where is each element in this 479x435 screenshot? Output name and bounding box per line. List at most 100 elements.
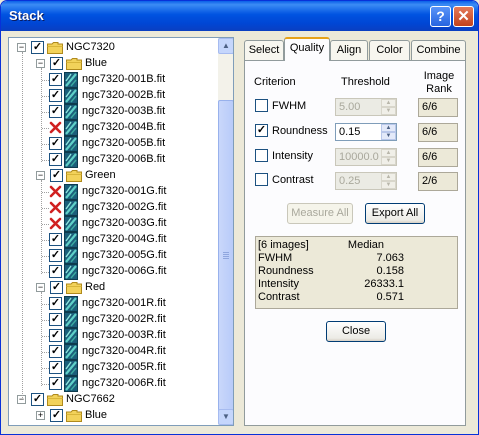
spin-down-icon[interactable]: ▼	[381, 107, 396, 115]
tree-file-item[interactable]: ✓ ngc7320-003B.fit	[9, 104, 214, 120]
roundness-threshold-spinner[interactable]: 0.15 ▲ ▼	[335, 123, 397, 141]
tab-align[interactable]: Align	[330, 40, 368, 60]
tab-color[interactable]: Color	[369, 40, 410, 60]
tree-checkbox[interactable]: ✓	[49, 105, 62, 118]
tree-checkbox[interactable]: ✓	[50, 57, 63, 70]
spin-down-icon[interactable]: ▼	[381, 181, 396, 189]
roundness-checkbox[interactable]: ✓	[255, 124, 268, 137]
tree-checkbox[interactable]: ✓	[50, 169, 63, 182]
tree-item-label: ngc7320-006R.fit	[82, 377, 166, 389]
tree-checkbox[interactable]: ✓	[49, 137, 62, 150]
rejected-icon[interactable]	[49, 217, 62, 230]
tree-checkbox[interactable]: ✓	[49, 297, 62, 310]
tree-item-label: Red	[85, 281, 106, 293]
rejected-icon[interactable]	[49, 185, 62, 198]
contrast-threshold-spinner[interactable]: 0.25 ▲ ▼	[335, 172, 397, 190]
tree-file-item[interactable]: ✓ ngc7320-002B.fit	[9, 88, 214, 104]
close-window-button[interactable]: ✕	[453, 6, 474, 27]
measure-all-button[interactable]: Measure All	[287, 203, 353, 224]
tree-checkbox[interactable]: ✓	[49, 153, 62, 166]
tree-file-item[interactable]: ✓ ngc7320-001R.fit	[9, 296, 214, 312]
tree-checkbox[interactable]: ✓	[49, 345, 62, 358]
help-button[interactable]: ?	[430, 6, 451, 27]
criterion-header: Criterion	[254, 76, 296, 88]
tree-file-item[interactable]: ✓ ngc7320-002R.fit	[9, 312, 214, 328]
tree-checkbox[interactable]: ✓	[49, 313, 62, 326]
tree-file-item[interactable]: ngc7320-001G.fit	[9, 184, 214, 200]
tree-group-item[interactable]: − ✓ NGC7662	[9, 392, 214, 408]
intensity-threshold-spinner[interactable]: 10000.0 ▲ ▼	[335, 148, 397, 166]
collapse-icon[interactable]: −	[36, 59, 45, 68]
tree-file-item[interactable]: ngc7320-004B.fit	[9, 120, 214, 136]
expand-icon[interactable]: +	[36, 411, 45, 420]
tree-checkbox[interactable]: ✓	[50, 281, 63, 294]
fits-image-icon	[64, 104, 78, 120]
tree-folder-item[interactable]: − ✓ Red	[9, 280, 214, 296]
tree-file-item[interactable]: ✓ ngc7320-001B.fit	[9, 72, 214, 88]
collapse-icon[interactable]: −	[17, 43, 26, 52]
tree-item-label: ngc7320-004G.fit	[82, 233, 167, 245]
roundness-threshold-value[interactable]: 0.15	[339, 126, 360, 138]
tree-item-label: ngc7320-003G.fit	[82, 217, 167, 229]
tree-scrollbar[interactable]: ▲ ▼	[218, 38, 233, 425]
tree-file-item[interactable]: ngc7320-002G.fit	[9, 200, 214, 216]
tree-checkbox[interactable]: ✓	[49, 361, 62, 374]
tree-file-item[interactable]: ✓ ngc7320-003R.fit	[9, 328, 214, 344]
scroll-thumb[interactable]	[218, 100, 233, 415]
tree-checkbox[interactable]: ✓	[31, 41, 44, 54]
tree-file-item[interactable]: ✓ ngc7320-006R.fit	[9, 376, 214, 392]
spin-down-icon[interactable]: ▼	[381, 132, 396, 140]
spin-down-icon[interactable]: ▼	[381, 157, 396, 165]
tree-folder-item[interactable]: − ✓ Blue	[9, 56, 214, 72]
rejected-icon[interactable]	[49, 121, 62, 134]
tab-quality[interactable]: Quality	[284, 37, 330, 61]
collapse-icon[interactable]: −	[36, 283, 45, 292]
stat-row-fwhm: FWHM 7.063	[258, 252, 404, 264]
tree-group-item[interactable]: − ✓ NGC7320	[9, 40, 214, 56]
tree-checkbox[interactable]: ✓	[49, 249, 62, 262]
tree-file-item[interactable]: ✓ ngc7320-005G.fit	[9, 248, 214, 264]
fwhm-checkbox[interactable]	[255, 99, 268, 112]
roundness-label: Roundness	[272, 125, 328, 137]
spin-up-icon[interactable]: ▲	[381, 99, 396, 107]
export-all-button[interactable]: Export All	[365, 203, 425, 224]
tree-file-item[interactable]: ✓ ngc7320-005B.fit	[9, 136, 214, 152]
tab-combine[interactable]: Combine	[411, 40, 466, 60]
scroll-down-button[interactable]: ▼	[218, 409, 233, 425]
title-bar[interactable]: Stack ? ✕	[1, 1, 478, 31]
tree-checkbox[interactable]: ✓	[49, 329, 62, 342]
fits-image-icon	[64, 344, 78, 360]
tree-checkbox[interactable]: ✓	[49, 233, 62, 246]
tree-file-item[interactable]: ✓ ngc7320-006B.fit	[9, 152, 214, 168]
image-tree[interactable]: − ✓ NGC7320− ✓ Blue ✓ ngc7320-001B.fit ✓ ngc7320…	[8, 37, 234, 426]
tree-checkbox[interactable]: ✓	[49, 265, 62, 278]
tree-folder-item[interactable]: − ✓ Green	[9, 168, 214, 184]
contrast-checkbox[interactable]	[255, 173, 268, 186]
tree-file-item[interactable]: ✓ ngc7320-006G.fit	[9, 264, 214, 280]
contrast-threshold-value[interactable]: 0.25	[339, 175, 360, 187]
tree-checkbox[interactable]: ✓	[49, 73, 62, 86]
intensity-threshold-value[interactable]: 10000.0	[339, 151, 379, 163]
tree-folder-item[interactable]: + ✓ Blue	[9, 408, 214, 424]
intensity-checkbox[interactable]	[255, 149, 268, 162]
tree-checkbox[interactable]: ✓	[49, 89, 62, 102]
tree-checkbox[interactable]: ✓	[49, 377, 62, 390]
spin-up-icon[interactable]: ▲	[381, 124, 396, 132]
tab-select[interactable]: Select	[244, 40, 284, 60]
rejected-icon[interactable]	[49, 201, 62, 214]
tree-file-item[interactable]: ✓ ngc7320-004R.fit	[9, 344, 214, 360]
fwhm-threshold-value[interactable]: 5.00	[339, 101, 360, 113]
scroll-up-button[interactable]: ▲	[218, 38, 233, 54]
tree-checkbox[interactable]: ✓	[31, 393, 44, 406]
tree-file-item[interactable]: ngc7320-003G.fit	[9, 216, 214, 232]
collapse-icon[interactable]: −	[36, 171, 45, 180]
spin-up-icon[interactable]: ▲	[381, 173, 396, 181]
spin-up-icon[interactable]: ▲	[381, 149, 396, 157]
tree-item-label: ngc7320-005R.fit	[82, 361, 166, 373]
tree-file-item[interactable]: ✓ ngc7320-005R.fit	[9, 360, 214, 376]
tree-file-item[interactable]: ✓ ngc7320-004G.fit	[9, 232, 214, 248]
fwhm-threshold-spinner[interactable]: 5.00 ▲ ▼	[335, 98, 397, 116]
tree-checkbox[interactable]: ✓	[50, 409, 63, 422]
folder-icon	[66, 170, 82, 182]
close-button[interactable]: Close	[326, 321, 386, 342]
